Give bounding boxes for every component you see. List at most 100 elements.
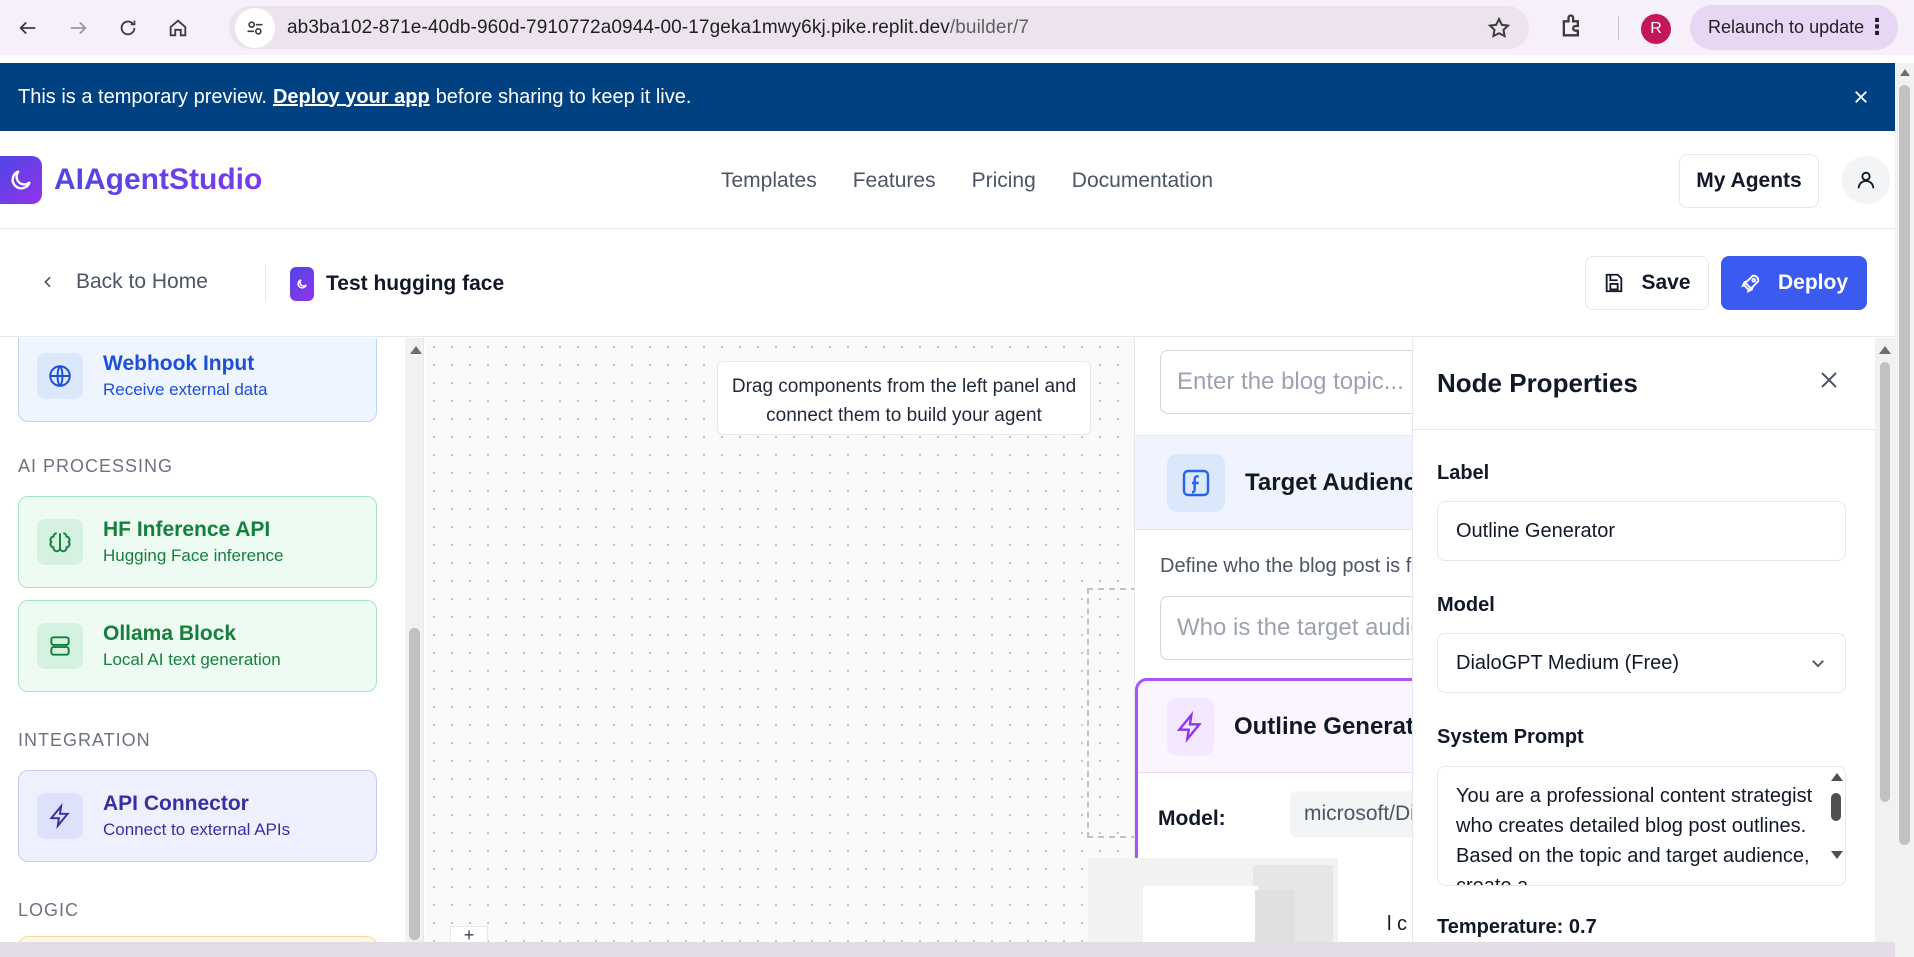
properties-scrollbar[interactable] — [1875, 338, 1895, 942]
preview-banner: This is a temporary preview. Deploy your… — [0, 63, 1895, 131]
model-select[interactable]: DialoGPT Medium (Free) — [1437, 633, 1846, 693]
node-title: Target Audience — [1245, 468, 1413, 496]
node-title: Outline Generator — [1233, 712, 1413, 740]
outline-node-header[interactable]: Outline Generator — [1138, 681, 1413, 773]
top-nav: Templates Features Pricing Documentation — [721, 169, 1213, 193]
section-ai-processing: AI PROCESSING — [18, 456, 174, 476]
temperature-label: Temperature: 0.7 — [1437, 916, 1597, 938]
back-label: Back to Home — [76, 270, 208, 293]
component-subtitle: Hugging Face inference — [103, 546, 284, 565]
components-panel: Webhook Input Receive external data AI P… — [0, 338, 424, 942]
save-button[interactable]: Save — [1585, 256, 1709, 310]
relaunch-button[interactable]: Relaunch to update ⋮ — [1690, 5, 1898, 50]
app-header: AIAgentStudio Templates Features Pricing… — [0, 131, 1895, 229]
left-panel-scrollbar[interactable] — [405, 338, 423, 942]
label-value: Outline Generator — [1456, 519, 1615, 542]
server-icon — [37, 623, 83, 669]
url-host: ab3ba102-871e-40db-960d-7910772a0944-00-… — [287, 16, 950, 38]
component-subtitle: Local AI text generation — [103, 650, 281, 669]
nav-documentation[interactable]: Documentation — [1072, 169, 1213, 193]
browser-toolbar: ab3ba102-871e-40db-960d-7910772a0944-00-… — [0, 0, 1914, 55]
bookmark-star-icon[interactable] — [1487, 16, 1511, 45]
deploy-app-link[interactable]: Deploy your app — [273, 86, 430, 109]
profile-avatar[interactable]: R — [1641, 14, 1671, 44]
zoom-in-icon[interactable]: + — [450, 926, 488, 942]
node-properties-panel: Node Properties Label Outline Generator … — [1412, 338, 1876, 942]
taskbar-edge — [0, 942, 1895, 957]
chevron-down-icon — [1812, 660, 1824, 668]
overlay-block — [1143, 886, 1258, 942]
textarea-scrollbar[interactable] — [1827, 767, 1845, 885]
overlay-block — [1255, 890, 1295, 942]
audience-input[interactable]: Who is the target audience? — [1160, 596, 1413, 660]
reload-icon[interactable] — [106, 6, 150, 50]
component-title: HF Inference API — [103, 518, 271, 541]
save-icon — [1606, 273, 1623, 293]
component-subtitle: Receive external data — [103, 380, 268, 399]
deploy-button[interactable]: Deploy — [1721, 256, 1867, 310]
banner-text-after: before sharing to keep it live. — [435, 85, 692, 108]
url-path: /builder/7 — [949, 16, 1030, 38]
back-to-home-link[interactable]: Back to Home — [40, 270, 208, 294]
chevron-left-icon — [44, 276, 51, 288]
label-input[interactable]: Outline Generator — [1437, 501, 1846, 561]
component-title: API Connector — [103, 792, 249, 815]
more-vert-icon[interactable]: ⋮ — [1866, 15, 1888, 39]
close-icon[interactable] — [1817, 368, 1845, 396]
component-hf-inference[interactable]: HF Inference API Hugging Face inference — [18, 496, 377, 588]
agent-name: Test hugging face — [326, 272, 505, 295]
site-settings-icon[interactable] — [235, 7, 275, 48]
brain-icon — [37, 519, 83, 565]
user-icon[interactable] — [1842, 156, 1890, 204]
url-text: ab3ba102-871e-40db-960d-7910772a0944-00-… — [287, 17, 1029, 39]
logo-icon[interactable] — [0, 156, 42, 204]
target-audience-node-header[interactable]: Target Audience — [1135, 435, 1413, 530]
address-bar[interactable]: ab3ba102-871e-40db-960d-7910772a0944-00-… — [229, 6, 1529, 49]
relaunch-label: Relaunch to update — [1708, 17, 1865, 37]
globe-icon — [37, 353, 83, 399]
extensions-icon[interactable] — [1558, 12, 1586, 45]
section-logic: LOGIC — [18, 900, 80, 920]
lightning-icon — [1167, 697, 1214, 756]
component-webhook-input[interactable]: Webhook Input Receive external data — [18, 338, 377, 422]
nav-pricing[interactable]: Pricing — [972, 169, 1036, 193]
canvas-hint: Drag components from the left panel and … — [717, 361, 1091, 435]
component-title: Ollama Block — [103, 622, 237, 645]
toolbar-divider — [1618, 16, 1619, 40]
forward-arrow-icon[interactable] — [56, 6, 100, 50]
model-label: Model: — [1158, 807, 1226, 830]
model-select-value: DialoGPT Medium (Free) — [1456, 651, 1680, 674]
node-description: Define who the blog post is for — [1160, 555, 1413, 577]
section-integration: INTEGRATION — [18, 730, 151, 750]
builder-toolbar: Back to Home Test hugging face Save Depl… — [0, 229, 1895, 337]
nav-templates[interactable]: Templates — [721, 169, 817, 193]
model-field-label: Model — [1437, 594, 1495, 616]
save-label: Save — [1641, 271, 1691, 294]
home-icon[interactable] — [156, 6, 200, 50]
page-scrollbar[interactable] — [1895, 63, 1914, 957]
connection-edge — [1087, 588, 1137, 838]
component-subtitle: Connect to external APIs — [103, 820, 291, 839]
label-field-label: Label — [1437, 462, 1490, 484]
model-value: microsoft/DialoGPT-medium — [1290, 791, 1413, 837]
properties-title: Node Properties — [1437, 368, 1638, 398]
my-agents-button[interactable]: My Agents — [1679, 154, 1819, 208]
component-ollama-block[interactable]: Ollama Block Local AI text generation — [18, 600, 377, 692]
system-prompt-label: System Prompt — [1437, 726, 1584, 748]
back-arrow-icon[interactable] — [6, 6, 50, 50]
rocket-icon — [1740, 274, 1760, 294]
lightning-icon — [37, 793, 83, 839]
workflow-nodes: Enter the blog topic... Target Audience … — [1134, 338, 1413, 942]
deploy-label: Deploy — [1777, 271, 1848, 294]
component-api-connector[interactable]: API Connector Connect to external APIs — [18, 770, 377, 862]
close-icon[interactable] — [1847, 83, 1875, 111]
partial-text: l c — [1387, 913, 1407, 935]
brand-name[interactable]: AIAgentStudio — [54, 163, 262, 197]
nav-features[interactable]: Features — [853, 169, 936, 193]
system-prompt-textarea[interactable]: You are a professional content strategis… — [1437, 766, 1846, 886]
banner-text-before: This is a temporary preview. — [18, 85, 267, 108]
agent-title: Test hugging face — [290, 267, 504, 301]
system-prompt-text: You are a professional content strategis… — [1456, 785, 1813, 886]
topic-input[interactable]: Enter the blog topic... — [1160, 350, 1413, 414]
builder-canvas[interactable]: Drag components from the left panel and … — [425, 338, 1413, 942]
